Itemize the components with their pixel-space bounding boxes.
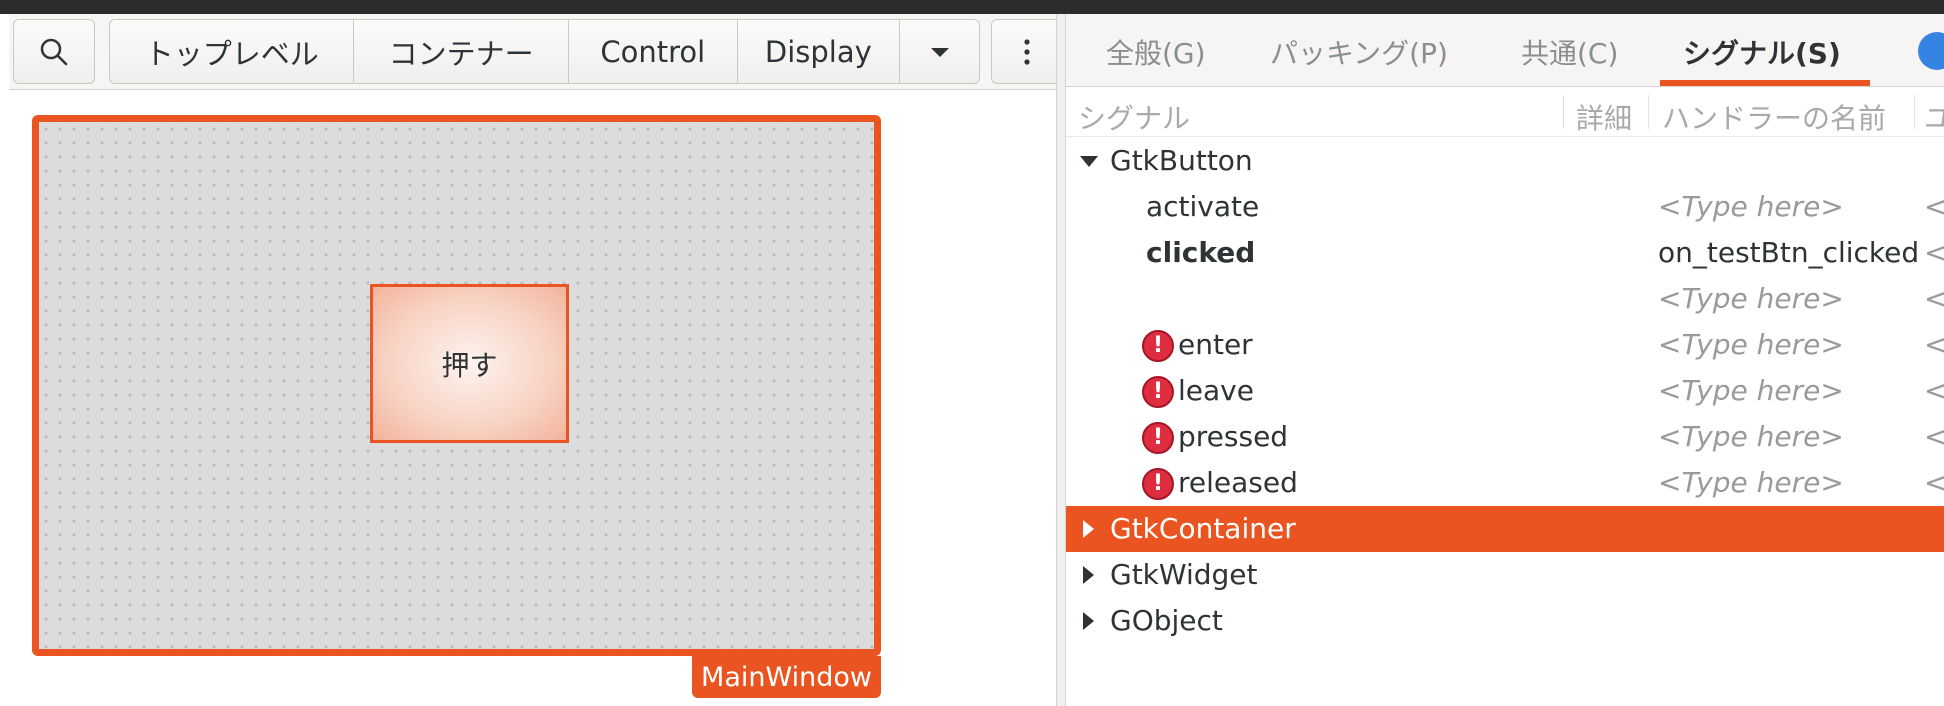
- extra-cell: <: [1924, 328, 1944, 361]
- signal-row-activate[interactable]: activate <Type here> <: [1066, 184, 1944, 230]
- handler-field[interactable]: <Type here>: [1658, 328, 1844, 361]
- column-handler[interactable]: ハンドラーの名前: [1662, 97, 1886, 137]
- tree-row-gtkcontainer[interactable]: GtkContainer: [1066, 506, 1944, 552]
- column-signal[interactable]: シグナル: [1078, 97, 1190, 137]
- palette-group-buttons: トップレベル コンテナー Control Display: [109, 19, 980, 84]
- tree-row-gtkbutton[interactable]: GtkButton: [1066, 138, 1944, 184]
- class-name: GtkButton: [1110, 144, 1253, 177]
- handler-field[interactable]: <Type here>: [1658, 374, 1844, 407]
- handler-field[interactable]: <Type here>: [1658, 420, 1844, 453]
- inspector-tabbar: 全般(G) パッキング(P) 共通(C) シグナル(S): [1066, 14, 1944, 87]
- signal-name: activate: [1146, 190, 1260, 223]
- inspector-pane: 全般(G) パッキング(P) 共通(C) シグナル(S) シグナル 詳細 ハンド…: [1066, 14, 1944, 706]
- handler-field[interactable]: <Type here>: [1658, 190, 1844, 223]
- push-button-widget[interactable]: 押す: [370, 284, 569, 443]
- tree-row-gobject[interactable]: GObject: [1066, 598, 1944, 644]
- main-window-label: MainWindow: [692, 656, 881, 698]
- palette-group-containers[interactable]: コンテナー: [354, 20, 569, 83]
- signal-row-enter[interactable]: ! enter <Type here> <: [1066, 322, 1944, 368]
- deprecated-warning-icon: !: [1142, 422, 1174, 454]
- expander-closed-icon[interactable]: [1083, 566, 1094, 584]
- tab-common[interactable]: 共通(C): [1521, 32, 1618, 72]
- palette-more-button[interactable]: [991, 19, 1063, 84]
- tab-signals[interactable]: シグナル(S): [1683, 32, 1841, 72]
- widget-palette-toolbar: トップレベル コンテナー Control Display: [9, 14, 1063, 90]
- signal-row-pressed[interactable]: ! pressed <Type here> <: [1066, 414, 1944, 460]
- palette-group-toplevel[interactable]: トップレベル: [110, 20, 355, 83]
- extra-cell: <: [1924, 374, 1944, 407]
- class-name: GtkWidget: [1110, 558, 1258, 591]
- class-name: GObject: [1110, 604, 1223, 637]
- search-icon: [40, 38, 68, 65]
- window-top-border: [0, 0, 1944, 14]
- signal-name: leave: [1178, 374, 1254, 407]
- deprecated-warning-icon: !: [1142, 376, 1174, 408]
- signal-name: enter: [1178, 328, 1253, 361]
- signal-name: clicked: [1146, 236, 1256, 269]
- handler-field[interactable]: <Type here>: [1658, 466, 1844, 499]
- class-name: GtkContainer: [1110, 512, 1296, 545]
- extra-cell: <: [1924, 420, 1944, 453]
- signal-name: released: [1178, 466, 1298, 499]
- tab-packing[interactable]: パッキング(P): [1270, 32, 1448, 72]
- palette-group-display[interactable]: Display: [738, 20, 901, 83]
- expander-closed-icon[interactable]: [1083, 612, 1094, 630]
- signal-row-clicked[interactable]: clicked on_testBtn_clicked <: [1066, 230, 1944, 276]
- active-tab-indicator: [1660, 80, 1870, 86]
- extra-cell: <: [1924, 466, 1944, 499]
- tree-row-gtkwidget[interactable]: GtkWidget: [1066, 552, 1944, 598]
- extra-cell: <: [1924, 282, 1944, 315]
- tab-general[interactable]: 全般(G): [1106, 32, 1206, 72]
- palette-group-control[interactable]: Control: [569, 20, 738, 83]
- palette-search-button[interactable]: [13, 19, 95, 84]
- column-extra[interactable]: ユ: [1924, 97, 1944, 137]
- deprecated-warning-icon: !: [1142, 330, 1174, 362]
- handler-field[interactable]: <Type here>: [1658, 282, 1844, 315]
- expander-open-icon[interactable]: [1080, 156, 1098, 167]
- deprecated-warning-icon: !: [1142, 468, 1174, 500]
- push-button-label: 押す: [441, 348, 498, 382]
- signal-row-released[interactable]: ! released <Type here> <: [1066, 460, 1944, 506]
- pane-divider[interactable]: [1056, 14, 1066, 706]
- column-detail[interactable]: 詳細: [1576, 97, 1632, 137]
- extra-cell: <: [1924, 190, 1944, 223]
- chevron-down-icon: [930, 47, 949, 57]
- vertical-ellipsis-icon: [1024, 38, 1030, 65]
- column-separator: [1648, 95, 1649, 129]
- signal-row-clicked-new[interactable]: <Type here> <: [1066, 276, 1944, 322]
- palette-dropdown-button[interactable]: [900, 20, 979, 83]
- column-separator: [1563, 95, 1564, 129]
- signal-row-leave[interactable]: ! leave <Type here> <: [1066, 368, 1944, 414]
- accessibility-tab-icon[interactable]: [1918, 32, 1944, 70]
- signals-column-header: シグナル 詳細 ハンドラーの名前 ユ: [1066, 87, 1944, 137]
- handler-field[interactable]: on_testBtn_clicked: [1658, 236, 1919, 269]
- column-separator: [1914, 95, 1915, 129]
- extra-cell: <: [1924, 236, 1944, 269]
- expander-closed-icon[interactable]: [1083, 520, 1094, 538]
- signal-name: pressed: [1178, 420, 1289, 453]
